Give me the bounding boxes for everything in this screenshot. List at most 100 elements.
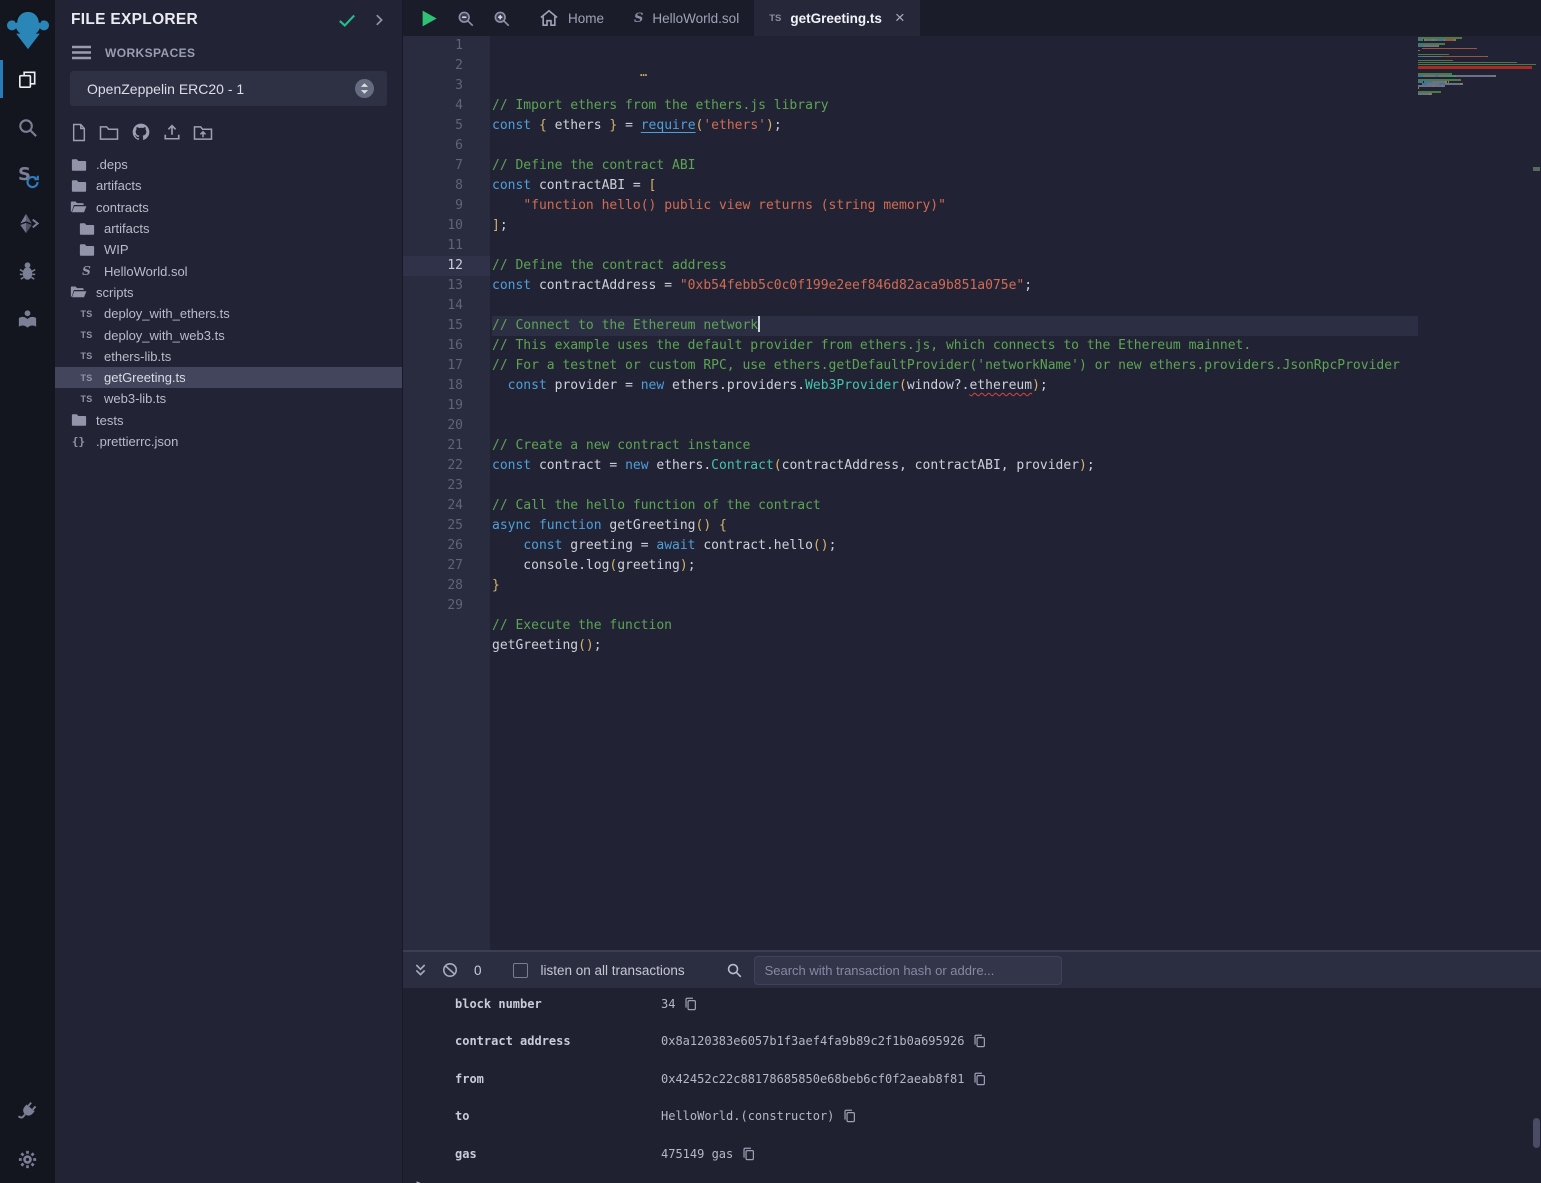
tree-item--prettierrc-json[interactable]: {}.prettierrc.json bbox=[55, 431, 402, 452]
tree-item-wip[interactable]: WIP bbox=[55, 239, 402, 260]
tree-item-helloworld-sol[interactable]: SHelloWorld.sol bbox=[55, 260, 402, 281]
close-tab-icon[interactable]: × bbox=[895, 8, 905, 28]
line-number[interactable]: 3 bbox=[403, 76, 490, 96]
zoom-out-button[interactable] bbox=[457, 10, 474, 27]
line-number[interactable]: 20 bbox=[403, 416, 490, 436]
code-line-6[interactable]: "function hello() public view returns (s… bbox=[492, 196, 1418, 216]
line-number[interactable]: 5 bbox=[403, 116, 490, 136]
upload-folder-icon[interactable] bbox=[193, 124, 213, 141]
plugin-manager-icon[interactable] bbox=[0, 1087, 55, 1135]
tree-item-web3-lib-ts[interactable]: TSweb3-lib.ts bbox=[55, 388, 402, 409]
line-number[interactable]: 1 bbox=[403, 36, 490, 56]
tab-helloworld-sol[interactable]: SHelloWorld.sol bbox=[619, 0, 754, 36]
run-script-button[interactable] bbox=[421, 9, 438, 28]
terminal-scrollbar-thumb[interactable] bbox=[1533, 1118, 1540, 1148]
line-number[interactable]: 15 bbox=[403, 316, 490, 336]
line-number[interactable]: 22 bbox=[403, 456, 490, 476]
code-line-4[interactable]: // Define the contract ABI bbox=[492, 156, 1418, 176]
copy-icon[interactable] bbox=[973, 1071, 986, 1086]
minimap[interactable] bbox=[1418, 36, 1532, 950]
code-line-9[interactable]: // Define the contract address bbox=[492, 256, 1418, 276]
line-number[interactable]: 24 bbox=[403, 496, 490, 516]
code-line-28[interactable]: getGreeting(); bbox=[492, 636, 1418, 656]
line-number[interactable]: 23 bbox=[403, 476, 490, 496]
code-line-7[interactable]: ]; bbox=[492, 216, 1418, 236]
line-number[interactable]: 29 bbox=[403, 596, 490, 616]
tab-getgreeting-ts[interactable]: TSgetGreeting.ts× bbox=[754, 0, 920, 36]
code-line-18[interactable]: // Create a new contract instance bbox=[492, 436, 1418, 456]
debugger-icon[interactable] bbox=[0, 247, 55, 295]
collapse-terminal-icon[interactable] bbox=[413, 962, 428, 978]
code-line-8[interactable] bbox=[492, 236, 1418, 256]
line-number[interactable]: 12 bbox=[403, 256, 490, 276]
upload-file-icon[interactable] bbox=[163, 123, 181, 141]
code-line-22[interactable]: async function getGreeting() { bbox=[492, 516, 1418, 536]
tree-item-scripts[interactable]: scripts bbox=[55, 282, 402, 303]
code-line-2[interactable]: const { ethers } = require('ethers'); bbox=[492, 116, 1418, 136]
tree-item-contracts[interactable]: contracts bbox=[55, 197, 402, 218]
code-line-14[interactable]: // For a testnet or custom RPC, use ethe… bbox=[492, 356, 1418, 376]
search-icon[interactable] bbox=[0, 103, 55, 151]
listen-all-transactions-checkbox[interactable] bbox=[513, 963, 528, 978]
new-file-icon[interactable] bbox=[71, 123, 87, 142]
tree-item--deps[interactable]: .deps bbox=[55, 154, 402, 175]
copy-icon[interactable] bbox=[684, 996, 697, 1011]
clone-github-icon[interactable] bbox=[131, 122, 151, 142]
line-number[interactable]: 27 bbox=[403, 556, 490, 576]
line-number[interactable]: 21 bbox=[403, 436, 490, 456]
workspaces-menu-icon[interactable] bbox=[71, 45, 92, 60]
solidity-compiler-icon[interactable]: S bbox=[0, 151, 55, 199]
line-number[interactable]: 19 bbox=[403, 396, 490, 416]
line-number[interactable]: 11 bbox=[403, 236, 490, 256]
line-number[interactable]: 7 bbox=[403, 156, 490, 176]
code-line-17[interactable] bbox=[492, 416, 1418, 436]
code-line-19[interactable]: const contract = new ethers.Contract(con… bbox=[492, 456, 1418, 476]
tree-item-deploy-with-ethers-ts[interactable]: TSdeploy_with_ethers.ts bbox=[55, 303, 402, 324]
line-number[interactable]: 28 bbox=[403, 576, 490, 596]
code-line-5[interactable]: const contractABI = [ bbox=[492, 176, 1418, 196]
tree-item-getgreeting-ts[interactable]: TSgetGreeting.ts bbox=[55, 367, 402, 388]
code-line-3[interactable] bbox=[492, 136, 1418, 156]
code-line-15[interactable]: const provider = new ethers.providers.We… bbox=[492, 376, 1418, 396]
clear-pending-icon[interactable] bbox=[442, 962, 458, 978]
workspace-dropdown[interactable]: OpenZeppelin ERC20 - 1 bbox=[70, 71, 387, 106]
code-line-24[interactable]: console.log(greeting); bbox=[492, 556, 1418, 576]
code-line-27[interactable]: // Execute the function bbox=[492, 616, 1418, 636]
code-line-11[interactable] bbox=[492, 296, 1418, 316]
code-line-29[interactable] bbox=[492, 656, 1418, 676]
settings-icon[interactable] bbox=[0, 1135, 55, 1183]
collapse-panel-icon[interactable] bbox=[372, 13, 386, 27]
code-line-12[interactable]: // Connect to the Ethereum network bbox=[492, 316, 1418, 336]
tree-item-deploy-with-web3-ts[interactable]: TSdeploy_with_web3.ts bbox=[55, 324, 402, 345]
tab-home[interactable]: Home bbox=[524, 0, 619, 36]
tree-item-tests[interactable]: tests bbox=[55, 410, 402, 431]
code-line-20[interactable] bbox=[492, 476, 1418, 496]
copy-icon[interactable] bbox=[843, 1108, 856, 1123]
code-line-16[interactable] bbox=[492, 396, 1418, 416]
line-number[interactable]: 2 bbox=[403, 56, 490, 76]
line-number[interactable]: 9 bbox=[403, 196, 490, 216]
code-line-21[interactable]: // Call the hello function of the contra… bbox=[492, 496, 1418, 516]
code-line-26[interactable] bbox=[492, 596, 1418, 616]
deploy-and-run-icon[interactable] bbox=[0, 199, 55, 247]
terminal-search-input[interactable] bbox=[754, 956, 1062, 985]
line-number[interactable]: 13 bbox=[403, 276, 490, 296]
solidity-unit-testing-icon[interactable] bbox=[0, 295, 55, 343]
line-number[interactable]: 14 bbox=[403, 296, 490, 316]
accept-check-icon[interactable] bbox=[338, 13, 356, 28]
line-number[interactable]: 17 bbox=[403, 356, 490, 376]
code-line-10[interactable]: const contractAddress = "0xb54febb5c0c0f… bbox=[492, 276, 1418, 296]
copy-icon[interactable] bbox=[742, 1146, 755, 1161]
code-line-23[interactable]: const greeting = await contract.hello(); bbox=[492, 536, 1418, 556]
code-line-25[interactable]: } bbox=[492, 576, 1418, 596]
zoom-in-button[interactable] bbox=[493, 10, 510, 27]
line-number[interactable]: 16 bbox=[403, 336, 490, 356]
copy-icon[interactable] bbox=[973, 1033, 986, 1048]
line-number[interactable]: 26 bbox=[403, 536, 490, 556]
code-line-1[interactable]: // Import ethers from the ethers.js libr… bbox=[492, 96, 1418, 116]
file-explorer-icon[interactable] bbox=[0, 55, 55, 103]
code-content[interactable]: … // Import ethers from the ethers.js li… bbox=[490, 36, 1418, 950]
line-number[interactable]: 8 bbox=[403, 176, 490, 196]
line-number[interactable]: 10 bbox=[403, 216, 490, 236]
line-number[interactable]: 18 bbox=[403, 376, 490, 396]
